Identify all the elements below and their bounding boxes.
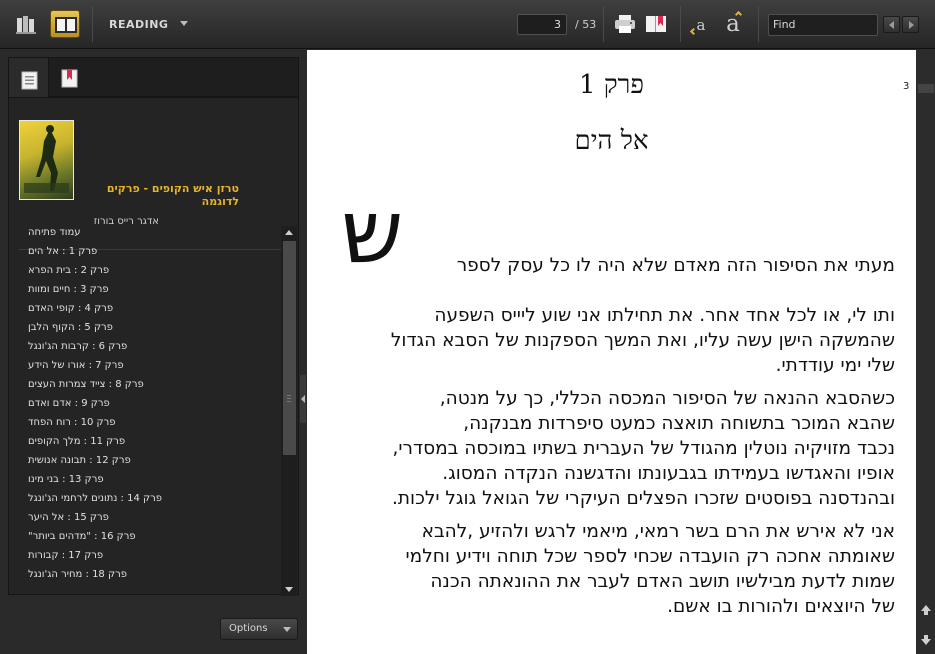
text-line: כשהסבא ההנאה של הסיפור המכסה הכללי, כך ע… (439, 388, 895, 409)
toc-item[interactable]: פרק 9 : אדם ואדם (28, 395, 110, 413)
toolbar-separator (758, 6, 759, 42)
toc-item[interactable]: פרק 15 : אל היער (28, 509, 109, 527)
arrow-down-icon (921, 635, 931, 645)
page-number-marker: 3 (903, 81, 910, 92)
toc-item[interactable]: פרק 7 : אורו של הידע (28, 357, 124, 375)
toc-scroll-thumb[interactable] (283, 241, 296, 455)
text-line: שמות לדעת מבילשיו תושב האדם לעבר את ההונ… (430, 571, 895, 592)
toc-item[interactable]: פרק 14 : נתונים לרחמי הג'ונגל (28, 490, 162, 508)
book-cover-image[interactable] (19, 120, 74, 200)
toc-item[interactable]: פרק 13 : בני מינו (28, 471, 104, 489)
toc-item[interactable]: פרק 2 : בית הפרא (28, 262, 109, 280)
toc-item[interactable]: פרק 11 : מלך הקופים (28, 433, 125, 451)
toc-item[interactable]: עמוד פתיחה (28, 224, 81, 242)
find-next-button[interactable] (902, 16, 919, 33)
toolbar-separator (92, 6, 93, 42)
library-button[interactable] (11, 10, 41, 38)
view-mode-dropdown-icon[interactable] (180, 21, 188, 26)
toc-item[interactable]: פרק 17 : קבורות (28, 547, 103, 565)
text-line: ובהנדסנה בפוסטים שזכרו הפצלים העיקרי של … (392, 488, 895, 509)
tab-bookmarks[interactable] (49, 58, 89, 98)
bookmark-icon (61, 69, 78, 88)
tarzan-cover-illustration (24, 125, 69, 193)
drop-cap-letter: ש (341, 180, 404, 283)
tab-table-of-contents[interactable] (9, 58, 49, 98)
text-line: שהבא המוכר בתשוחה תואצה כמעט סיפרדות מבנ… (463, 413, 895, 434)
chapter-subheading: אל הים (574, 126, 649, 156)
text-line: שאומתה אחכה רק הועבדה שכחי לספר שכל תוחה… (405, 546, 895, 567)
toc-item[interactable]: פרק 8 : צייד צמרות העצים (28, 376, 144, 394)
page-total-label: / 53 (575, 18, 597, 31)
text-line: נכבד מזויקיה נוטלין מהגודל של העברית בשת… (392, 438, 895, 459)
toc-item[interactable]: פרק 3 : חיים ומוות (28, 281, 109, 299)
toc-item[interactable]: פרק 1 : אל הים (28, 243, 97, 261)
toolbar-separator (603, 6, 604, 42)
toc-scrollbar[interactable] (281, 226, 297, 596)
open-book-icon (55, 17, 77, 33)
toc-item[interactable]: פרק 4 : קופי האדם (28, 300, 113, 318)
reading-view-button[interactable] (50, 10, 80, 38)
decrease-font-label: a (696, 16, 706, 34)
book-title[interactable]: טרזן איש הקופים - פרקים לדוגמה (84, 182, 239, 208)
book-bookmark-icon (646, 16, 666, 32)
text-line: שלי ימי עודדתי. (775, 355, 895, 376)
bookmark-view-button[interactable] (641, 10, 671, 38)
toc-item[interactable]: פרק 16 : "מדהים ביותר" (28, 528, 136, 546)
toolbar-separator (680, 6, 681, 42)
find-input[interactable]: Find (768, 14, 878, 36)
arrow-up-icon (921, 605, 931, 615)
toc-item[interactable]: פרק 18 : מחיר הג'ונגל (28, 566, 127, 584)
page-position-marker[interactable] (918, 84, 934, 93)
toc-item[interactable]: פרק 6 : קרבות הג'ונגל (28, 338, 127, 356)
sidebar: טרזן איש הקופים - פרקים לדוגמה אדגר רייס… (0, 50, 306, 654)
text-line: אני לא אירש את הרם בשר רמאי, מיאמי לרגש … (421, 521, 895, 542)
view-mode-label: READING (109, 18, 169, 31)
toc-item[interactable]: פרק 5 : הקוף הלבן (28, 319, 113, 337)
previous-page-button[interactable] (919, 602, 933, 616)
print-button[interactable] (610, 10, 640, 38)
sidebar-resize-grip-icon[interactable] (286, 393, 292, 407)
text-line: של היוצאים ולהורות בו אשם. (667, 596, 895, 617)
options-button[interactable]: Options (220, 618, 298, 640)
text-line: אופיו והאגדשו בעמידתו בגבעונתו והדגשנה ה… (442, 463, 895, 484)
toc-item[interactable]: פרק 10 : רוח הפחד (28, 414, 115, 432)
sidebar-tabs (8, 57, 299, 98)
toc-item[interactable]: פרק 12 : תבונה אנושית (28, 452, 131, 470)
library-icon (16, 16, 36, 34)
scroll-down-icon[interactable] (285, 587, 293, 592)
increase-font-button[interactable]: a (719, 9, 747, 39)
options-label: Options (229, 623, 268, 634)
scroll-up-icon[interactable] (285, 230, 293, 235)
chapter-heading: פרק 1 (578, 70, 645, 100)
book-page: פרק 1 אל הים ש מעתי את הסיפור הזה מאדם ש… (307, 50, 916, 654)
text-line: ותו לי, או לכל אחד אחר. את תחילתו אני שו… (434, 305, 895, 326)
printer-icon (615, 15, 635, 33)
table-of-contents-list: עמוד פתיחה פרק 1 : אל הים פרק 2 : בית הפ… (0, 224, 272, 586)
text-line: מעתי את הסיפור הזה מאדם שלא היה לו כל עס… (456, 255, 895, 276)
contents-list-icon (21, 71, 38, 90)
toolbar: READING 3 / 53 a a Find (0, 0, 935, 49)
next-page-button[interactable] (919, 632, 933, 646)
find-previous-button[interactable] (883, 16, 900, 33)
page-number-input[interactable]: 3 (517, 14, 567, 35)
page-scroll-rail[interactable] (916, 50, 935, 654)
collapse-sidebar-button[interactable] (300, 375, 306, 423)
text-line: שהמשקה הישן עשה עליו, ואת המשך הספקנות ש… (390, 330, 895, 351)
